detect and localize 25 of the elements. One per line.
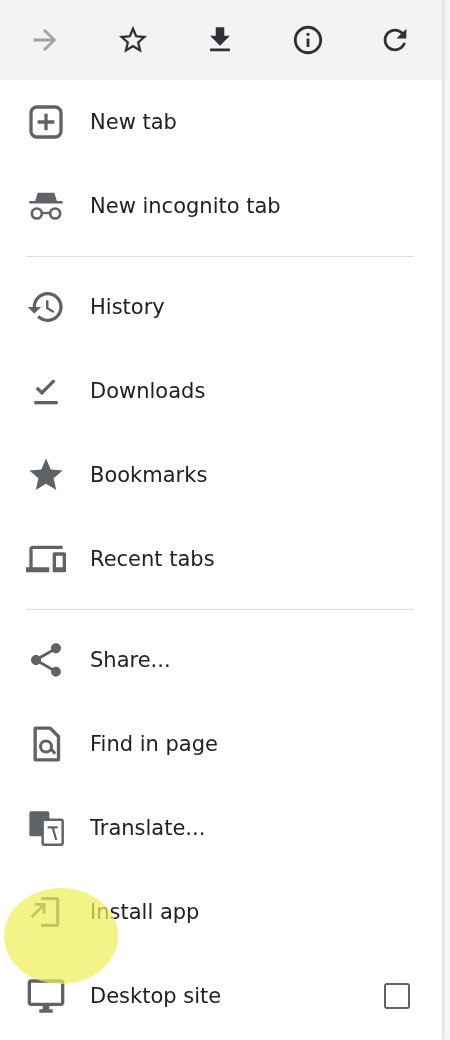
menu-item-label: New tab [90,110,178,134]
menu-item[interactable]: New tab [0,80,442,164]
checkbox[interactable] [384,983,410,1009]
menu-item[interactable]: History [0,265,442,349]
menu-item[interactable]: Recent tabs [0,517,442,601]
menu-item[interactable]: Bookmarks [0,433,442,517]
menu-item-label: Recent tabs [90,547,216,571]
menu-item-label: Find in page [90,732,219,756]
menu-item-label: Bookmarks [90,463,209,487]
menu-item-label: New incognito tab [90,194,282,218]
translate-icon [26,808,66,848]
menu-item-label: Downloads [90,379,207,403]
menu-item-label: History [90,295,166,319]
menu-item-label: Share... [90,648,172,672]
menu-item[interactable]: Translate... [0,786,442,870]
menu-item[interactable]: Find in page [0,702,442,786]
menu-item-label: Install app [90,900,201,924]
menu-item[interactable]: Share... [0,618,442,702]
menu-item[interactable]: Downloads [0,349,442,433]
menu-item[interactable]: Desktop site [0,954,442,1038]
menu-item-label: Desktop site [90,984,223,1008]
menu-item[interactable]: New incognito tab [0,164,442,248]
plus-square-icon [26,102,66,142]
menu-item-label: Translate... [90,816,207,840]
monitor-icon [26,976,66,1016]
